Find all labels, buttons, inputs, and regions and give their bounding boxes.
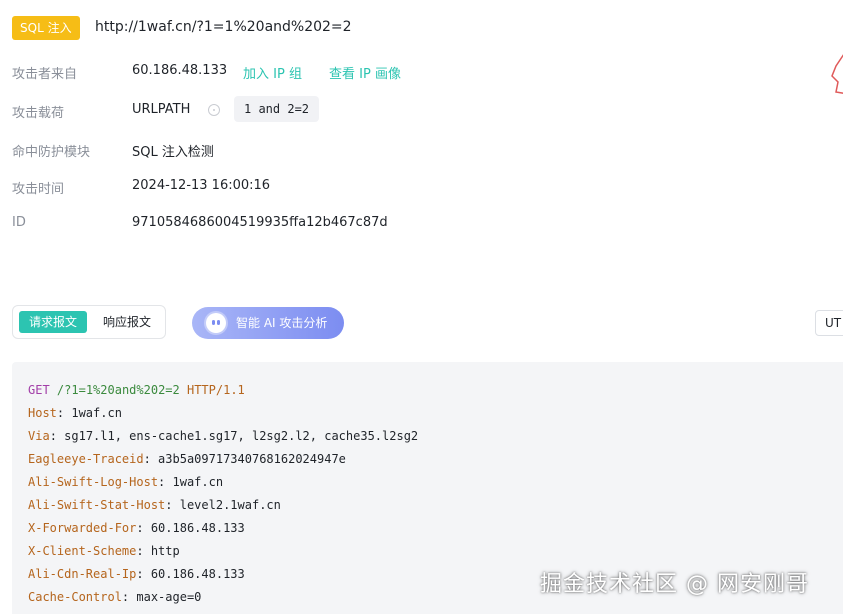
info-icon[interactable] [208, 104, 220, 116]
view-ip-profile-link[interactable]: 查看 IP 画像 [329, 63, 401, 82]
encoding-select[interactable]: UT [815, 310, 843, 336]
watermark: 掘金技术社区 @ 网安刚哥 [540, 572, 809, 597]
source-label: 攻击者来自 [12, 67, 78, 82]
tab-request[interactable]: 请求报文 [19, 311, 88, 333]
id-label: ID [12, 215, 26, 230]
request-path: /?1=1%20and%202=2 [56, 383, 180, 397]
id-value: 9710584686004519935ffa12b467c87d [132, 215, 388, 230]
header-line: X-Forwarded-For: 60.186.48.133 [28, 521, 245, 535]
decorative-stamp-icon [831, 54, 843, 94]
payload-label: 攻击载荷 [12, 106, 65, 121]
ai-robot-icon [206, 313, 226, 333]
request-method: GET [28, 383, 50, 397]
header-line: Host: 1waf.cn [28, 406, 122, 420]
request-protocol: HTTP/1.1 [186, 383, 245, 397]
header-line: Cache-Control: max-age=0 [28, 590, 202, 604]
message-type-switch: 请求报文 响应报文 [12, 305, 166, 339]
add-ip-group-link[interactable]: 加入 IP 组 [243, 63, 302, 82]
time-value: 2024-12-13 16:00:16 [132, 178, 271, 193]
attack-detail-card: SQL 注入 http://1waf.cn/?1=1%20and%202=2 攻… [0, 0, 843, 258]
payload-location: URLPATH [132, 102, 191, 117]
attack-url: http://1waf.cn/?1=1%20and%202=2 [95, 19, 352, 35]
ai-analysis-label: 智能 AI 攻击分析 [236, 316, 328, 330]
header-line: Ali-Swift-Log-Host: 1waf.cn [28, 475, 224, 489]
attack-type-badge: SQL 注入 [12, 16, 80, 40]
ai-analysis-button[interactable]: 智能 AI 攻击分析 [192, 307, 344, 339]
header-line: X-Client-Scheme: http [28, 544, 180, 558]
source-ip: 60.186.48.133 [132, 63, 228, 78]
header-line: Eagleeye-Traceid: a3b5a09717340768162024… [28, 452, 346, 466]
time-label: 攻击时间 [12, 182, 65, 197]
request-line: GET /?1=1%20and%202=2 HTTP/1.1 [28, 382, 245, 398]
header-line: Via: sg17.l1, ens-cache1.sg17, l2sg2.l2,… [28, 429, 419, 443]
module-value: SQL 注入检测 [132, 145, 214, 160]
header-line: Ali-Cdn-Real-Ip: 60.186.48.133 [28, 567, 245, 581]
payload-value: 1 and 2=2 [234, 96, 320, 122]
header-line: Ali-Swift-Stat-Host: level2.1waf.cn [28, 498, 281, 512]
module-label: 命中防护模块 [12, 145, 91, 160]
tab-response[interactable]: 响应报文 [93, 311, 161, 333]
